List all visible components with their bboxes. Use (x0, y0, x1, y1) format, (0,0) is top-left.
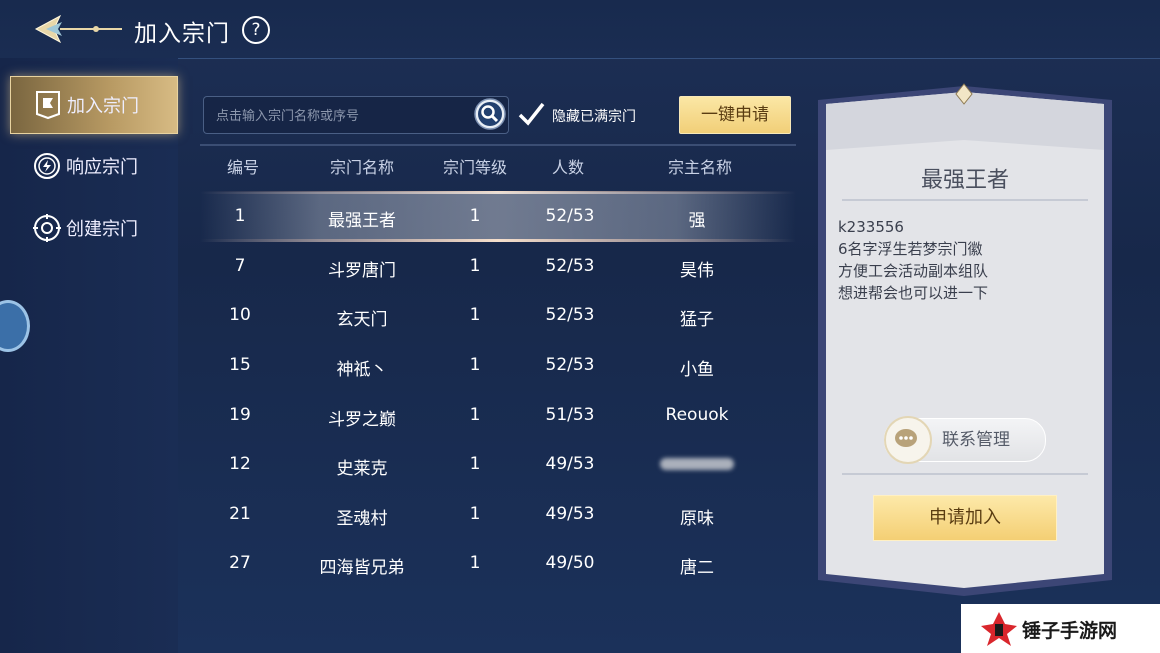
top-bar: 加入宗门 ? (0, 0, 1160, 59)
cell-id: 19 (229, 405, 251, 425)
cell-level: 1 (469, 256, 481, 276)
cell-id: 7 (234, 256, 246, 276)
cell-members: 49/53 (545, 454, 595, 474)
cell-master: 强 (688, 211, 706, 231)
hide-full-label[interactable]: 隐藏已满宗门 (552, 106, 636, 126)
table-row[interactable]: 27 四海皆兄弟 1 49/50 唐二 (200, 539, 796, 589)
cell-name: 神祗丶 (336, 360, 388, 380)
hammer-logo-icon (981, 612, 1017, 646)
search-box (203, 96, 509, 134)
column-header-id: 编号 (226, 158, 260, 177)
cell-master: 昊伟 (680, 261, 714, 281)
detail-sect-name: 最强王者 (920, 168, 1009, 193)
help-icon[interactable]: ? (242, 16, 270, 44)
header-divider (200, 144, 796, 146)
cell-name: 史莱克 (336, 459, 388, 479)
table-row[interactable]: 1 最强王者 1 52/53 强 (200, 192, 796, 242)
sidebar-item-respond-sect[interactable]: 响应宗门 (10, 138, 176, 194)
back-arrow-icon[interactable] (34, 12, 124, 46)
column-header-name: 宗门名称 (329, 158, 395, 177)
cell-name: 斗罗唐门 (328, 261, 396, 281)
detail-description: k233556 6名字浮生若梦宗门徽 方便工会活动副本组队 想进帮会也可以进一下 (838, 218, 989, 302)
column-header-members: 人数 (551, 158, 585, 177)
table-row[interactable]: 7 斗罗唐门 1 52/53 昊伟 (200, 242, 796, 292)
table-row[interactable]: 12 史莱克 1 49/53 (200, 440, 796, 490)
cell-id: 21 (229, 504, 251, 524)
sidebar-item-create-sect[interactable]: 创建宗门 (10, 200, 176, 256)
cell-level: 1 (469, 355, 481, 375)
cell-level: 1 (469, 405, 481, 425)
checkmark-icon[interactable] (517, 101, 545, 127)
cell-master: 小鱼 (680, 360, 714, 380)
cell-level: 1 (469, 553, 481, 573)
search-icon[interactable] (474, 98, 506, 130)
cell-members: 49/50 (545, 553, 595, 573)
cell-members: 51/53 (545, 405, 595, 425)
chat-bubble-icon (884, 416, 932, 464)
shield-flag-icon (36, 91, 60, 120)
cell-members: 52/53 (545, 206, 595, 226)
search-input[interactable] (214, 103, 468, 129)
cell-name: 斗罗之巅 (328, 410, 396, 430)
sidebar-item-label: 加入宗门 (67, 96, 139, 117)
cell-id: 10 (229, 305, 251, 325)
watermark-text: 锤子手游网 (1022, 620, 1118, 642)
cell-master: 唐二 (680, 558, 714, 578)
sidebar-item-join-sect[interactable]: 加入宗门 (10, 76, 178, 134)
cell-level: 1 (469, 206, 481, 226)
column-header-level: 宗门等级 (442, 158, 508, 177)
cell-name: 最强王者 (328, 211, 396, 231)
table-row[interactable]: 21 圣魂村 1 49/53 原味 (200, 490, 796, 540)
column-header-master: 宗主名称 (667, 158, 733, 177)
cell-master: Reouok (665, 405, 729, 425)
cell-master: 原味 (680, 509, 714, 529)
cell-level: 1 (469, 454, 481, 474)
cell-members: 49/53 (545, 504, 595, 524)
cell-level: 1 (469, 305, 481, 325)
cell-master-obscured (660, 454, 734, 474)
cell-members: 52/53 (545, 355, 595, 375)
cell-id: 1 (234, 206, 246, 226)
gear-badge-icon (33, 214, 61, 242)
table-row[interactable]: 19 斗罗之巅 1 51/53 Reouok (200, 391, 796, 441)
page-title: 加入宗门 (134, 21, 230, 47)
cell-id: 12 (229, 454, 251, 474)
cell-level: 1 (469, 504, 481, 524)
cell-members: 52/53 (545, 256, 595, 276)
sidebar-item-label: 创建宗门 (66, 219, 138, 240)
lightning-badge-icon (34, 153, 60, 179)
cell-master: 猛子 (680, 310, 714, 330)
cell-members: 52/53 (545, 305, 595, 325)
table-row[interactable]: 10 玄天门 1 52/53 猛子 (200, 291, 796, 341)
one-key-apply-button[interactable]: 一键申请 (679, 96, 791, 134)
cell-name: 玄天门 (336, 310, 388, 330)
cell-name: 四海皆兄弟 (319, 558, 405, 578)
table-row[interactable]: 15 神祗丶 1 52/53 小鱼 (200, 341, 796, 391)
sidebar-item-label: 响应宗门 (66, 157, 138, 178)
cell-id: 15 (229, 355, 251, 375)
cell-id: 27 (229, 553, 251, 573)
redaction-blur (660, 458, 734, 470)
cell-name: 圣魂村 (336, 509, 388, 529)
apply-join-button[interactable]: 申请加入 (873, 495, 1057, 541)
